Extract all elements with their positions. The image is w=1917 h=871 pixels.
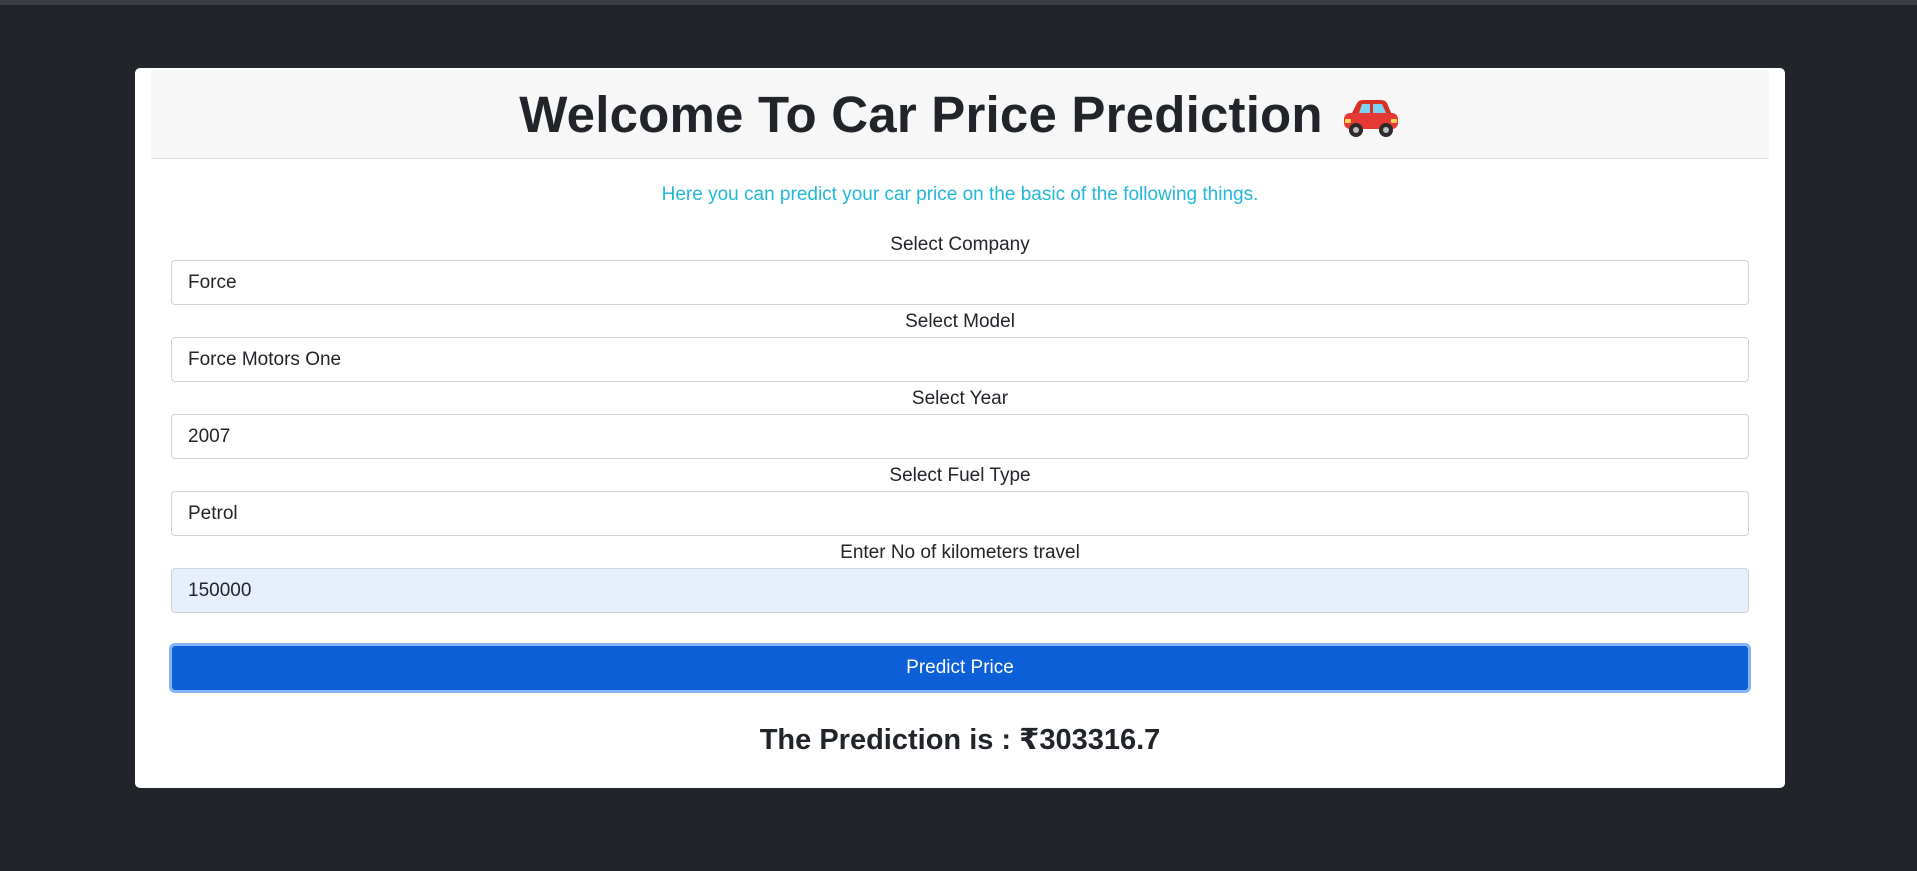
car-icon — [1341, 92, 1401, 137]
prediction-card: Welcome To Car Price Prediction Here you… — [135, 68, 1785, 788]
company-value: Force — [188, 271, 237, 293]
year-select[interactable]: 2007 — [171, 414, 1749, 459]
year-label: Select Year — [911, 388, 1009, 409]
kilometers-input[interactable]: 150000 — [171, 568, 1749, 613]
page-title: Welcome To Car Price Prediction — [519, 85, 1323, 143]
predict-price-button[interactable]: Predict Price — [169, 643, 1751, 693]
fuel-type-label: Select Fuel Type — [889, 465, 1031, 486]
subtitle-text: Here you can predict your car price on t… — [661, 184, 1259, 205]
model-label: Select Model — [905, 311, 1015, 332]
year-value: 2007 — [188, 425, 231, 447]
fuel-type-select[interactable]: Petrol — [171, 491, 1749, 536]
model-value: Force Motors One — [188, 348, 342, 370]
kilometers-value: 150000 — [188, 579, 252, 601]
model-select[interactable]: Force Motors One — [171, 337, 1749, 382]
company-label: Select Company — [890, 234, 1030, 255]
fuel-type-value: Petrol — [188, 502, 238, 524]
page-title-row: Welcome To Car Price Prediction — [519, 85, 1401, 144]
window-top-bar — [0, 0, 1917, 5]
kilometers-label: Enter No of kilometers travel — [840, 542, 1080, 563]
company-select[interactable]: Force — [171, 260, 1749, 305]
prediction-result: The Prediction is : ₹303316.7 — [759, 724, 1161, 756]
card-header: Welcome To Car Price Prediction — [151, 70, 1769, 159]
